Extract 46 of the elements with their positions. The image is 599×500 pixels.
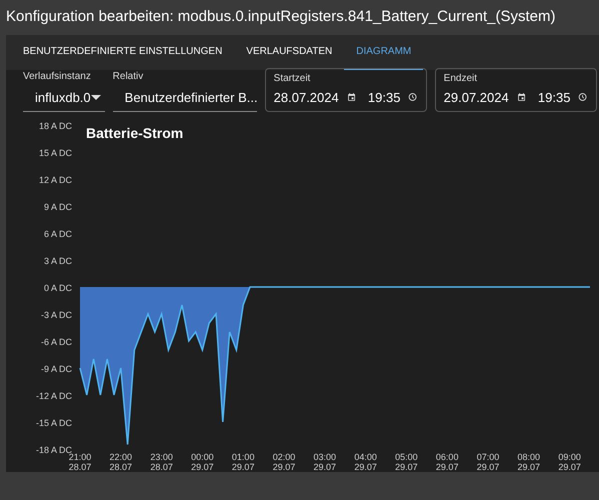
y-tick-label: 9 A DC xyxy=(44,202,72,212)
field-label: Endzeit xyxy=(444,72,478,86)
y-tick-label: -9 A DC xyxy=(40,364,72,374)
field-label: Verlaufsinstanz xyxy=(23,70,92,84)
end-time-field[interactable]: Endzeit 29.07.2024 19:35 xyxy=(434,68,597,112)
y-tick-label: -3 A DC xyxy=(40,310,72,320)
start-time-field[interactable]: Startzeit 28.07.2024 19:35 xyxy=(264,68,427,112)
x-tick-label: 08:00 29.07 xyxy=(518,452,540,472)
tab[interactable]: VERLAUFSDATEN xyxy=(234,35,344,70)
y-tick-label: 0 A DC xyxy=(44,283,72,293)
time-value: 19:35 xyxy=(368,88,400,106)
tab[interactable]: DIAGRAMM xyxy=(344,35,424,70)
x-tick-label: 23:00 28.07 xyxy=(150,452,173,472)
x-tick-label: 09:00 29.07 xyxy=(558,452,581,472)
time-value: 19:35 xyxy=(538,88,570,106)
x-tick-label: 21:00 28.07 xyxy=(68,452,92,472)
x-tick-label: 04:00 29.07 xyxy=(354,452,377,472)
y-tick-label: -6 A DC xyxy=(40,337,72,347)
relative-select[interactable]: Relativ Benutzerdefinierter B... xyxy=(112,68,257,112)
y-tick-label: 15 A DC xyxy=(38,148,72,158)
x-tick-label: 03:00 29.07 xyxy=(314,452,336,472)
x-tick-label: 06:00 29.07 xyxy=(436,452,458,472)
field-value: influxdb.0 xyxy=(35,88,91,106)
x-tick-label: 00:00 29.07 xyxy=(191,452,214,472)
y-tick-label: -18 A DC xyxy=(36,445,72,455)
date-value: 29.07.2024 xyxy=(444,88,509,106)
y-tick-label: -15 A DC xyxy=(36,418,72,428)
y-tick-label: 18 A DC xyxy=(38,121,72,131)
x-tick-label: 22:00 28.07 xyxy=(110,452,132,472)
y-tick-label: -12 A DC xyxy=(36,391,72,401)
x-tick-label: 07:00 29.07 xyxy=(476,452,500,472)
tab[interactable]: BENUTZERDEFINIERTE EINSTELLUNGEN xyxy=(11,35,234,70)
date-value: 28.07.2024 xyxy=(274,88,339,106)
field-label: Relativ xyxy=(112,70,144,84)
y-tick-label: 12 A DC xyxy=(38,175,72,185)
field-value: Benutzerdefinierter B... xyxy=(124,88,258,106)
x-tick-label: 05:00 29.07 xyxy=(395,452,418,472)
x-tick-label: 01:00 29.07 xyxy=(232,452,254,472)
x-tick-label: 02:00 29.07 xyxy=(272,452,296,472)
caret-icon xyxy=(90,94,101,100)
instance-select[interactable]: Verlaufsinstanz influxdb.0 xyxy=(23,68,105,112)
window-title: Konfiguration bearbeiten: modbus.0.inputRegisters.841_Battery_Current_(System) xyxy=(5,7,556,27)
chart-title: Batterie-Strom xyxy=(86,124,184,143)
y-tick-label: 6 A DC xyxy=(44,229,72,239)
y-tick-label: 3 A DC xyxy=(44,256,72,266)
field-label: Startzeit xyxy=(274,72,312,86)
